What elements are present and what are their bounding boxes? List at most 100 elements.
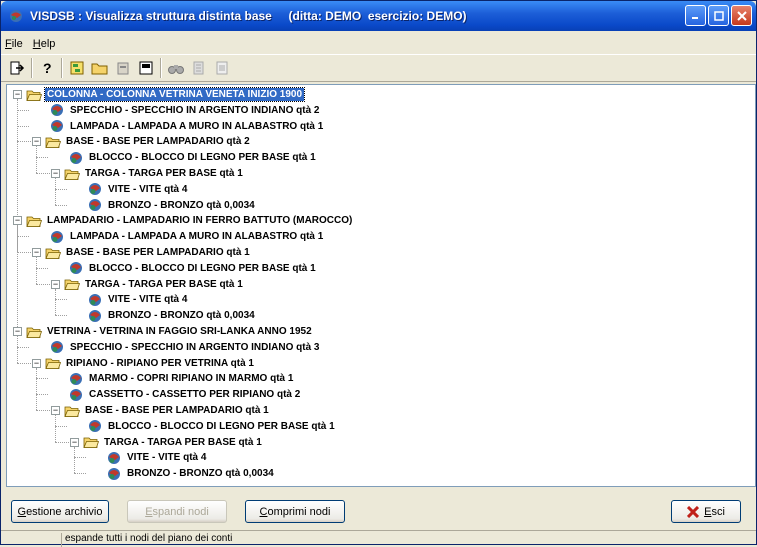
expand-nodes-button[interactable]: Espandi nodi [127, 500, 227, 523]
tree-node-label: TARGA - TARGA PER BASE qtà 1 [104, 436, 262, 448]
tree-node-folder[interactable]: − LAMPADARIO - LAMPADARIO IN FERRO BATTUT… [13, 212, 354, 229]
collapse-toggle-icon[interactable]: − [13, 327, 22, 336]
component-icon [70, 151, 82, 164]
tree-node-item[interactable]: VITE - VITE qtà 4 [106, 449, 208, 466]
collapse-toggle-icon[interactable]: − [32, 248, 41, 257]
folder-open-icon [45, 248, 61, 259]
find-next-icon [193, 61, 204, 75]
collapse-toggle-icon[interactable]: − [32, 358, 41, 368]
component-icon [51, 341, 63, 354]
tree-node-item[interactable]: BLOCCO - BLOCCO DI LEGNO PER BASE qtà 1 [68, 260, 318, 277]
exit-button[interactable]: Esci [671, 500, 741, 523]
bom-tree-view[interactable]: − COLONNA - COLONNA VETRINA VENETA INIZIO… [6, 84, 756, 487]
tree-node-folder[interactable]: − BASE - BASE PER LAMPADARIO qtà 1 [32, 244, 252, 261]
collapse-toggle-icon[interactable]: − [51, 406, 60, 415]
collapse-toggle-icon[interactable]: − [70, 437, 79, 447]
tree-node-label: TARGA - TARGA PER BASE qtà 1 [85, 278, 243, 290]
component-icon [70, 372, 82, 385]
component-icon [51, 120, 63, 133]
tree-node-label: CASSETTO - CASSETTO PER RIPIANO qtà 2 [89, 389, 301, 401]
tree-node-label: BLOCCO - BLOCCO DI LEGNO PER BASE qtà 1 [89, 152, 316, 164]
tree-node-label: BASE - BASE PER LAMPADARIO qtà 1 [85, 405, 269, 416]
tree-node-label: BRONZO - BRONZO qtà 0,0034 [108, 199, 255, 211]
folder-tool-button[interactable] [90, 58, 110, 78]
find-tool-button[interactable] [166, 58, 186, 78]
expand-tool-button[interactable] [67, 58, 87, 78]
tree-node-folder[interactable]: − TARGA - TARGA PER BASE qtà 1 [51, 165, 245, 182]
archive-management-button[interactable]: Gestione archivio [11, 500, 109, 523]
exit-tool-button[interactable] [7, 58, 27, 78]
tree-node-label: BLOCCO - BLOCCO DI LEGNO PER BASE qtà 1 [108, 420, 335, 432]
menu-file[interactable]: File [1, 38, 29, 50]
minimize-button[interactable] [685, 5, 706, 26]
tree-node-item[interactable]: BRONZO - BRONZO qtà 0,0034 [106, 465, 276, 482]
tree-node-folder[interactable]: − BASE - BASE PER LAMPADARIO qtà 1 [51, 402, 271, 419]
tree-node-item[interactable]: BLOCCO - BLOCCO DI LEGNO PER BASE qtà 1 [68, 149, 318, 166]
tree-node-item[interactable]: BLOCCO - BLOCCO DI LEGNO PER BASE qtà 1 [87, 418, 337, 435]
tree-node-folder[interactable]: − TARGA - TARGA PER BASE qtà 1 [51, 276, 245, 293]
tree-node-folder[interactable]: − RIPIANO - RIPIANO PER VETRINA qtà 1 [32, 355, 256, 372]
save-icon [139, 61, 153, 75]
tree-node-item[interactable]: SPECCHIO - SPECCHIO IN ARGENTO INDIANO q… [49, 339, 321, 356]
component-icon [108, 451, 120, 464]
folder-open-icon [26, 90, 42, 101]
component-icon [108, 467, 120, 480]
tree-node-item[interactable]: MARMO - COPRI RIPIANO IN MARMO qtà 1 [68, 370, 295, 387]
collapse-toggle-icon[interactable]: − [51, 169, 60, 178]
tree-node-label: LAMPADA - LAMPADA A MURO IN ALABASTRO qt… [70, 120, 324, 132]
tree-node-item[interactable]: BRONZO - BRONZO qtà 0,0034 [87, 307, 257, 324]
tree-node-item[interactable]: BRONZO - BRONZO qtà 0,0034 [87, 197, 257, 214]
component-icon [70, 388, 82, 401]
tree-node-label: RIPIANO - RIPIANO PER VETRINA qtà 1 [66, 357, 254, 369]
tree-node-item[interactable]: VITE - VITE qtà 4 [87, 291, 189, 308]
tree-node-item[interactable]: LAMPADA - LAMPADA A MURO IN ALABASTRO qt… [49, 118, 325, 135]
collapse-toggle-icon[interactable]: − [32, 137, 41, 147]
status-bar: espande tutti i nodi del piano dei conti [1, 530, 756, 547]
tree-node-item[interactable]: VITE - VITE qtà 4 [87, 181, 189, 198]
tree-node-folder[interactable]: − BASE - BASE PER LAMPADARIO qtà 2 [32, 133, 252, 150]
collapse-toggle-icon[interactable]: − [13, 216, 22, 226]
maximize-button[interactable] [708, 5, 729, 26]
tree-node-label: COLONNA - COLONNA VETRINA VENETA INIZIO … [43, 87, 306, 102]
tree-node-item[interactable]: SPECCHIO - SPECCHIO IN ARGENTO INDIANO q… [49, 102, 321, 119]
tree-node-label: BLOCCO - BLOCCO DI LEGNO PER BASE qtà 1 [89, 262, 316, 274]
tree-node-folder[interactable]: − TARGA - TARGA PER BASE qtà 1 [70, 434, 264, 451]
component-icon [51, 230, 63, 243]
tree-node-folder[interactable]: − COLONNA - COLONNA VETRINA VENETA INIZIO… [13, 86, 306, 103]
folder-open-icon [83, 437, 99, 448]
tree-node-label: SPECCHIO - SPECCHIO IN ARGENTO INDIANO q… [70, 104, 320, 116]
folder-open-icon [64, 406, 80, 417]
close-button[interactable] [731, 5, 752, 26]
tree-node-label: LAMPADA - LAMPADA A MURO IN ALABASTRO qt… [70, 231, 324, 243]
help-icon: ? [43, 60, 52, 76]
folder-open-icon [26, 327, 42, 338]
tree-node-label: TARGA - TARGA PER BASE qtà 1 [85, 168, 243, 179]
tree-node-label: SPECCHIO - SPECCHIO IN ARGENTO INDIANO q… [70, 341, 320, 353]
folder-open-icon [64, 169, 80, 180]
folder-open-icon [26, 216, 42, 227]
folder-open-icon [45, 137, 61, 148]
help-tool-button[interactable]: ? [37, 58, 57, 78]
find-next-tool-button[interactable] [189, 58, 209, 78]
maximize-icon [713, 10, 724, 21]
print-tool-button[interactable] [212, 58, 232, 78]
component-icon [89, 420, 101, 433]
tree-node-item[interactable]: LAMPADA - LAMPADA A MURO IN ALABASTRO qt… [49, 228, 325, 245]
menu-help[interactable]: Help [29, 38, 62, 50]
tree-node-folder[interactable]: − VETRINA - VETRINA IN FAGGIO SRI-LANKA A… [13, 323, 314, 340]
component-icon [51, 104, 63, 117]
print-icon [216, 61, 228, 75]
title-bar[interactable]: VISDSB : Visualizza struttura distinta b… [1, 1, 756, 31]
folder-icon [91, 63, 108, 75]
app-icon [10, 10, 22, 22]
tree-node-item[interactable]: CASSETTO - CASSETTO PER RIPIANO qtà 2 [68, 386, 302, 403]
svg-text:?: ? [43, 60, 52, 76]
collapse-toggle-icon[interactable]: − [51, 279, 60, 289]
save-tool-button[interactable] [136, 58, 156, 78]
collapse-toggle-icon[interactable]: − [13, 90, 22, 99]
tree-node-label: BASE - BASE PER LAMPADARIO qtà 1 [66, 247, 250, 258]
menu-bar: File Help [1, 36, 61, 52]
collapse-tool-button[interactable] [113, 58, 133, 78]
collapse-nodes-button[interactable]: Comprimi nodi [245, 500, 345, 523]
tree-node-label: MARMO - COPRI RIPIANO IN MARMO qtà 1 [89, 373, 294, 385]
